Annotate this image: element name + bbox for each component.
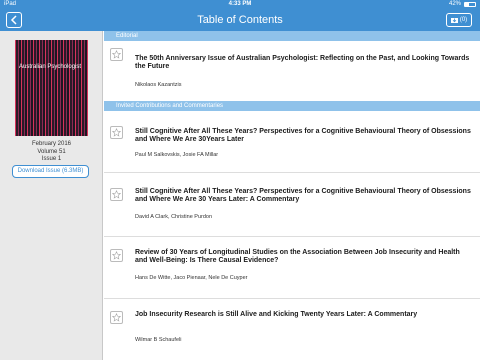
favorite-star-icon[interactable] [110, 249, 123, 262]
page-title: Table of Contents [197, 14, 283, 26]
issue-sidebar: Australian Psychologist February 2016 Vo… [0, 31, 103, 360]
download-icon [450, 18, 458, 23]
article-title[interactable]: Job Insecurity Research is Still Alive a… [135, 311, 471, 319]
article-authors: Paul M Salkovskis, Josie FA Millar [135, 152, 219, 158]
article-item[interactable]: Still Cognitive After All These Years? P… [104, 173, 480, 243]
battery-icon [464, 2, 476, 7]
article-authors: David A Clark, Christine Purdon [135, 214, 213, 220]
article-authors: Wilmar B Schaufeli [135, 337, 182, 343]
article-item[interactable]: Still Cognitive After All These Years? P… [104, 111, 480, 167]
article-title[interactable]: Still Cognitive After All These Years? P… [135, 128, 471, 144]
navigation-bar: Table of Contents (0) [0, 9, 480, 31]
favorite-star-icon[interactable] [110, 311, 123, 324]
cover-pattern [15, 40, 88, 136]
download-issue-button[interactable]: Download Issue (6.3MB) [12, 165, 89, 178]
table-of-contents: Editorial The 50th Anniversary Issue of … [104, 31, 480, 360]
article-item[interactable]: Job Insecurity Research is Still Alive a… [104, 299, 480, 360]
article-item[interactable]: The 50th Anniversary Issue of Australian… [104, 41, 480, 100]
article-title[interactable]: Review of 30 Years of Longitudinal Studi… [135, 249, 471, 265]
favorite-star-icon[interactable] [110, 48, 123, 61]
issue-cover-image[interactable]: Australian Psychologist [15, 40, 88, 136]
battery-fill [465, 3, 470, 6]
battery-indicator: 42% [449, 0, 476, 9]
article-title[interactable]: Still Cognitive After All These Years? P… [135, 188, 471, 204]
issue-volume: Volume 51 [37, 149, 66, 155]
issue-date: February 2016 [31, 141, 72, 147]
favorite-star-icon[interactable] [110, 126, 123, 139]
article-authors: Hans De Witte, Jaco Pienaar, Nele De Cuy… [135, 275, 248, 281]
issue-number: Issue 1 [41, 156, 62, 162]
clock: 4:33 PM [228, 1, 252, 7]
article-authors: Nikolaos Kazantzis [135, 82, 182, 88]
battery-percent: 42% [448, 1, 461, 7]
downloads-button[interactable]: (0) [446, 13, 472, 27]
cover-title: Australian Psychologist [19, 64, 82, 70]
section-header-invited-contributions: Invited Contributions and Commentaries [104, 101, 480, 111]
section-header-editorial: Editorial [104, 31, 480, 41]
favorite-star-icon[interactable] [110, 188, 123, 201]
article-item[interactable]: Review of 30 Years of Longitudinal Studi… [104, 237, 480, 304]
downloads-count: (0) [459, 17, 468, 23]
article-title[interactable]: The 50th Anniversary Issue of Australian… [135, 55, 471, 71]
status-bar: iPad 4:33 PM 42% [0, 0, 480, 9]
